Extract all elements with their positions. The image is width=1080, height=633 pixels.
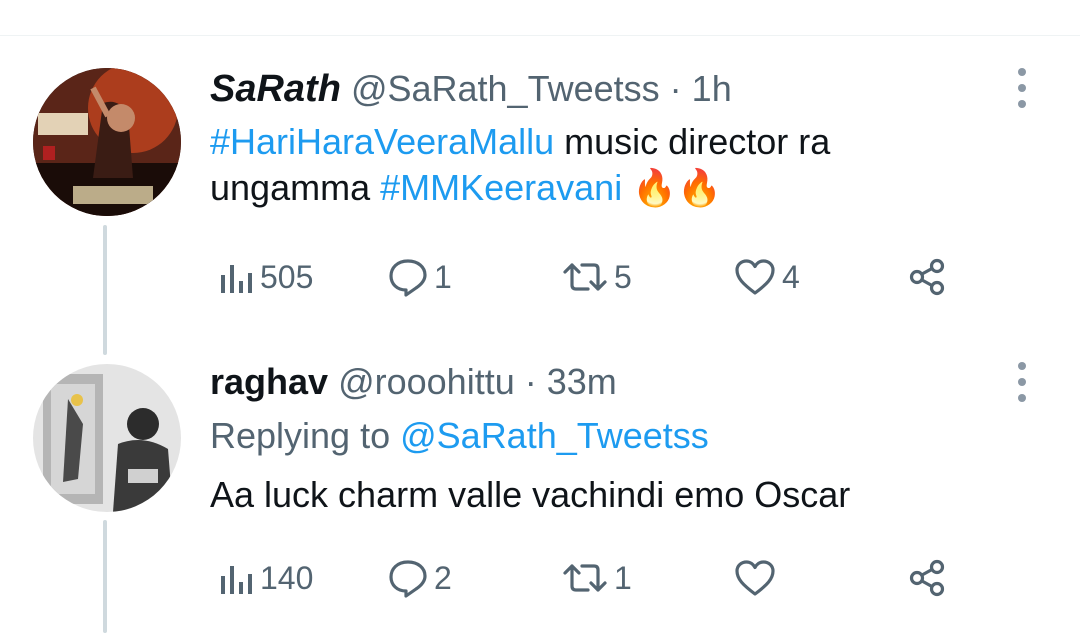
display-name[interactable]: SaRath [210, 68, 341, 110]
tweet-text: #HariHaraVeeraMallu music director ra un… [210, 119, 970, 211]
more-icon[interactable] [1014, 362, 1030, 402]
avatar-image [33, 364, 181, 512]
reply-count: 1 [434, 258, 452, 295]
like-button[interactable] [734, 553, 782, 603]
reply-icon [389, 259, 427, 297]
avatar-image [33, 68, 181, 216]
views-button[interactable]: 505 [218, 252, 313, 302]
handle[interactable]: @rooohittu [338, 361, 515, 402]
tweet-2-actions: 140 2 1 [210, 553, 970, 603]
retweet-button[interactable]: 5 [562, 252, 632, 302]
thread-connector-line [103, 225, 107, 355]
reply-button[interactable]: 1 [388, 252, 452, 302]
thread-connector-line-bottom [103, 520, 107, 633]
like-count: 4 [782, 258, 800, 295]
replying-to-line: Replying to @SaRath_Tweetss [210, 414, 1010, 458]
avatar-sarath[interactable] [33, 68, 181, 216]
reply-button[interactable]: 2 [388, 553, 452, 603]
share-icon [909, 559, 945, 597]
share-button[interactable] [907, 252, 947, 302]
retweet-icon [563, 564, 607, 592]
like-icon [735, 259, 775, 295]
tweet-1-actions: 505 1 5 4 [210, 252, 970, 302]
handle[interactable]: @SaRath_Tweetss [351, 68, 660, 109]
replying-to-label: Replying to [210, 415, 401, 456]
top-divider [0, 35, 1080, 36]
retweet-icon [563, 263, 607, 291]
tweet-1[interactable]: SaRath @SaRath_Tweetss · 1h #HariHaraVee… [210, 67, 1010, 211]
more-icon[interactable] [1014, 68, 1030, 108]
reply-count: 2 [434, 559, 452, 596]
like-button[interactable]: 4 [734, 252, 800, 302]
views-icon [221, 566, 252, 594]
views-icon [221, 265, 252, 293]
tweet-2[interactable]: raghav @rooohittu · 33m Replying to @SaR… [210, 360, 1010, 518]
retweet-count: 1 [614, 559, 632, 596]
views-count: 140 [260, 559, 314, 596]
reply-icon [389, 560, 427, 598]
separator: · [669, 68, 682, 109]
avatar-raghav[interactable] [33, 364, 181, 512]
hashtag-link[interactable]: #MMKeeravani [380, 167, 622, 208]
share-button[interactable] [907, 553, 947, 603]
display-name[interactable]: raghav [210, 361, 328, 402]
views-count: 505 [260, 258, 314, 295]
fire-emoji: 🔥🔥 [622, 167, 722, 208]
tweet-1-header: SaRath @SaRath_Tweetss · 1h [210, 67, 1010, 111]
replying-to-mention[interactable]: @SaRath_Tweetss [400, 415, 709, 456]
views-button[interactable]: 140 [218, 553, 313, 603]
timestamp[interactable]: 1h [692, 68, 732, 109]
retweet-button[interactable]: 1 [562, 553, 632, 603]
separator: · [524, 361, 537, 402]
tweet-text: Aa luck charm valle vachindi emo Oscar [210, 474, 851, 515]
share-icon [909, 258, 945, 296]
like-icon [735, 560, 775, 596]
tweet-2-header: raghav @rooohittu · 33m [210, 360, 1010, 404]
timestamp[interactable]: 33m [547, 361, 617, 402]
hashtag-link[interactable]: #HariHaraVeeraMallu [210, 121, 554, 162]
retweet-count: 5 [614, 258, 632, 295]
